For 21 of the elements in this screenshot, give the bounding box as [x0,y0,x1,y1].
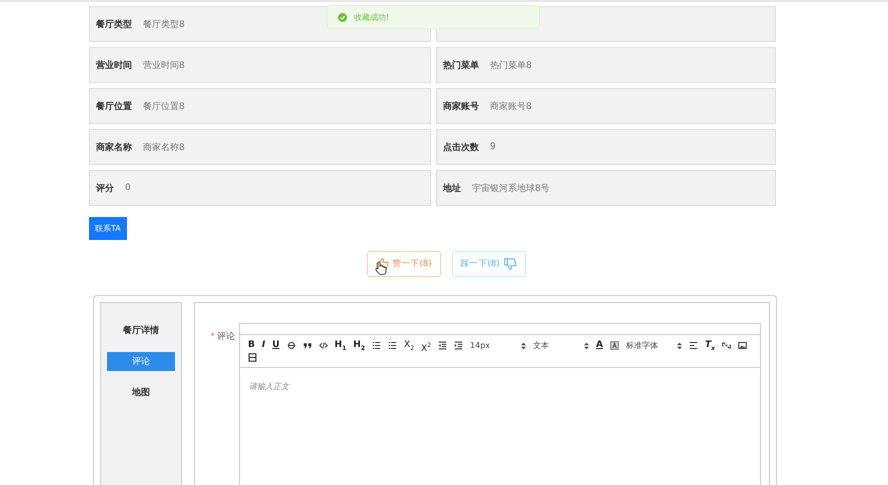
toast-message: 收藏成功! [354,12,390,22]
field-label: 营业时间 [96,59,132,72]
field-value: 宇宙银河系地球8号 [472,182,550,194]
field-label: 点击次数 [443,141,479,154]
field-label: 餐厅位置 [96,100,132,112]
field-value: 0 [125,183,131,193]
field-label: 商家名称 [96,141,132,154]
field-value: 餐厅位置8 [143,100,185,112]
comment-label: * 评论 [210,330,235,344]
field-label: 餐厅类型 [96,18,132,30]
field-label: 地址 [443,182,461,194]
field-value: 商家名称8 [143,142,185,154]
field-value: 商家账号8 [490,100,532,112]
field-label: 热门菜单 [443,59,479,72]
field-value: 餐厅类型8 [143,18,185,30]
field-label: 商家账号 [443,100,479,112]
editor-placeholder: 请输入正文 [249,382,289,391]
field-label: 评分 [96,182,114,194]
field-value: 9 [490,142,496,152]
field-value: 营业时间8 [143,60,185,72]
field-value: 热门菜单8 [490,60,532,72]
